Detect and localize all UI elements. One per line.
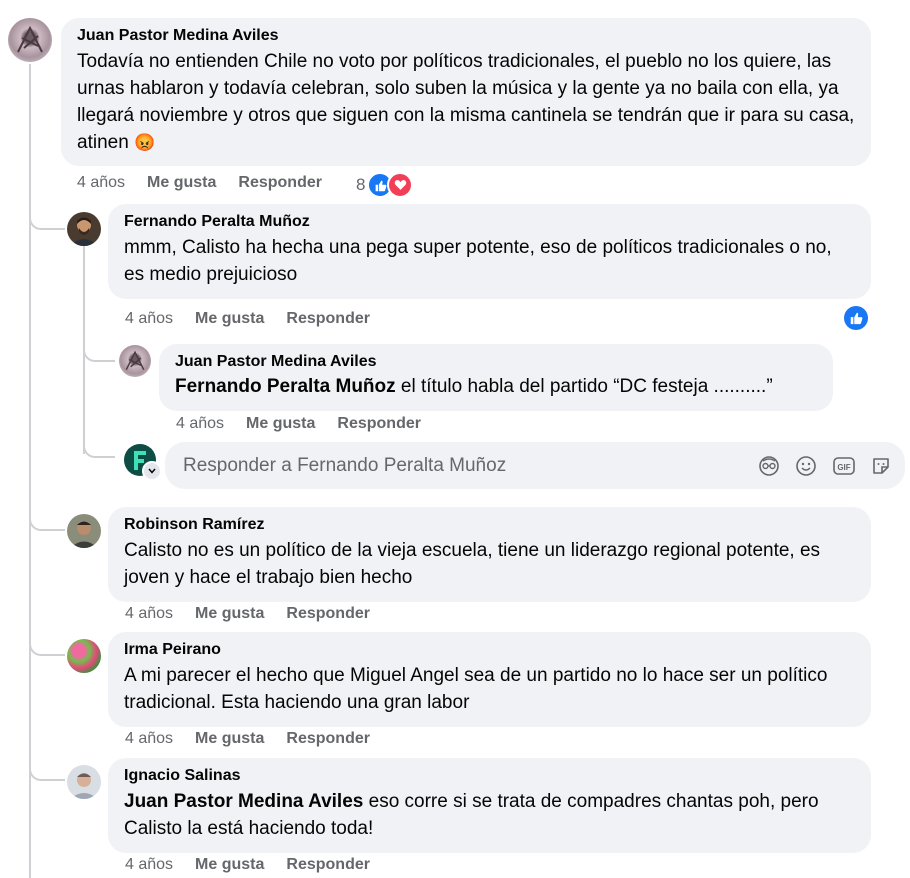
comment-author[interactable]: Fernando Peralta Muñoz: [124, 212, 855, 232]
comment-text: el título habla del partido “DC festeja …: [395, 376, 773, 397]
like-button[interactable]: Me gusta: [195, 310, 264, 328]
comment-bubble: Ignacio Salinas Juan Pastor Medina Avile…: [108, 758, 871, 853]
thread-connector: [83, 336, 115, 362]
gif-icon[interactable]: GIF: [832, 454, 856, 478]
sticker-icon[interactable]: [869, 454, 893, 478]
thread-connector: [29, 200, 65, 230]
reply-button[interactable]: Responder: [238, 174, 322, 192]
like-button[interactable]: Me gusta: [195, 730, 264, 748]
comment-actions: 4 años Me gusta Responder: [125, 605, 392, 623]
comment-author[interactable]: Irma Peirano: [124, 640, 855, 660]
comment-bubble: Irma Peirano A mi parecer el hecho que M…: [108, 632, 871, 727]
angry-emoji-icon: 😡: [134, 133, 156, 152]
avatar[interactable]: [119, 345, 151, 377]
comment-time[interactable]: 4 años: [125, 730, 173, 748]
comment-bubble: Juan Pastor Medina Aviles Fernando Peral…: [159, 344, 833, 411]
avatar[interactable]: [67, 765, 101, 799]
comment-author[interactable]: Ignacio Salinas: [124, 766, 855, 786]
comment-actions: 4 años Me gusta Responder: [77, 174, 344, 192]
comment-bubble: Robinson Ramírez Calisto no es un políti…: [108, 507, 871, 602]
comment-text: Todavía no entienden Chile no voto por p…: [77, 51, 855, 153]
comment-author[interactable]: Robinson Ramírez: [124, 515, 855, 535]
thread-connector: [83, 432, 115, 458]
comment-actions: 4 años Me gusta Responder: [125, 856, 392, 874]
comment-bubble: Fernando Peralta Muñoz mmm, Calisto ha h…: [108, 204, 871, 299]
svg-text:GIF: GIF: [837, 463, 850, 472]
reply-button[interactable]: Responder: [286, 730, 370, 748]
reply-input[interactable]: [181, 453, 745, 478]
love-reaction-icon: [387, 172, 414, 198]
like-reaction-icon[interactable]: [844, 306, 868, 330]
comment-actions: 4 años Me gusta Responder: [176, 415, 443, 433]
like-button[interactable]: Me gusta: [195, 856, 264, 874]
mention-link[interactable]: Juan Pastor Medina Aviles: [124, 791, 363, 812]
comment-text: A mi parecer el hecho que Miguel Angel s…: [124, 665, 828, 713]
like-button[interactable]: Me gusta: [147, 174, 216, 192]
like-button[interactable]: Me gusta: [195, 605, 264, 623]
thread-connector: [29, 505, 65, 531]
comment-time[interactable]: 4 años: [125, 856, 173, 874]
chevron-down-icon[interactable]: [142, 461, 162, 481]
comment-time[interactable]: 4 años: [125, 605, 173, 623]
emoji-icon[interactable]: [794, 454, 818, 478]
like-button[interactable]: Me gusta: [246, 415, 315, 433]
reaction-summary[interactable]: 8: [356, 172, 414, 198]
reaction-count: 8: [356, 175, 366, 194]
mention-link[interactable]: Fernando Peralta Muñoz: [175, 376, 396, 397]
comment-actions: 4 años Me gusta Responder: [125, 730, 392, 748]
thread-connector: [29, 755, 65, 781]
reply-button[interactable]: Responder: [286, 856, 370, 874]
avatar[interactable]: [8, 18, 52, 62]
avatar[interactable]: [67, 639, 101, 673]
reply-button[interactable]: Responder: [337, 415, 421, 433]
avatar[interactable]: [67, 514, 101, 548]
thread-connector: [29, 630, 65, 656]
comment-bubble: Juan Pastor Medina Aviles Todavía no ent…: [61, 18, 871, 166]
comment-author[interactable]: Juan Pastor Medina Aviles: [175, 352, 817, 372]
reply-button[interactable]: Responder: [286, 310, 370, 328]
comment-time[interactable]: 4 años: [77, 174, 125, 192]
reply-button[interactable]: Responder: [286, 605, 370, 623]
current-user-avatar[interactable]: [124, 444, 162, 481]
comment-author[interactable]: Juan Pastor Medina Aviles: [77, 26, 855, 46]
avatar[interactable]: [67, 212, 101, 246]
comment-time[interactable]: 4 años: [125, 310, 173, 328]
comment-text: Calisto no es un político de la vieja es…: [124, 540, 821, 588]
comment-time[interactable]: 4 años: [176, 415, 224, 433]
comment-text: mmm, Calisto ha hecha una pega super pot…: [124, 237, 832, 285]
avatar-sticker-icon[interactable]: [757, 454, 781, 478]
comment-actions: 4 años Me gusta Responder: [125, 310, 392, 328]
